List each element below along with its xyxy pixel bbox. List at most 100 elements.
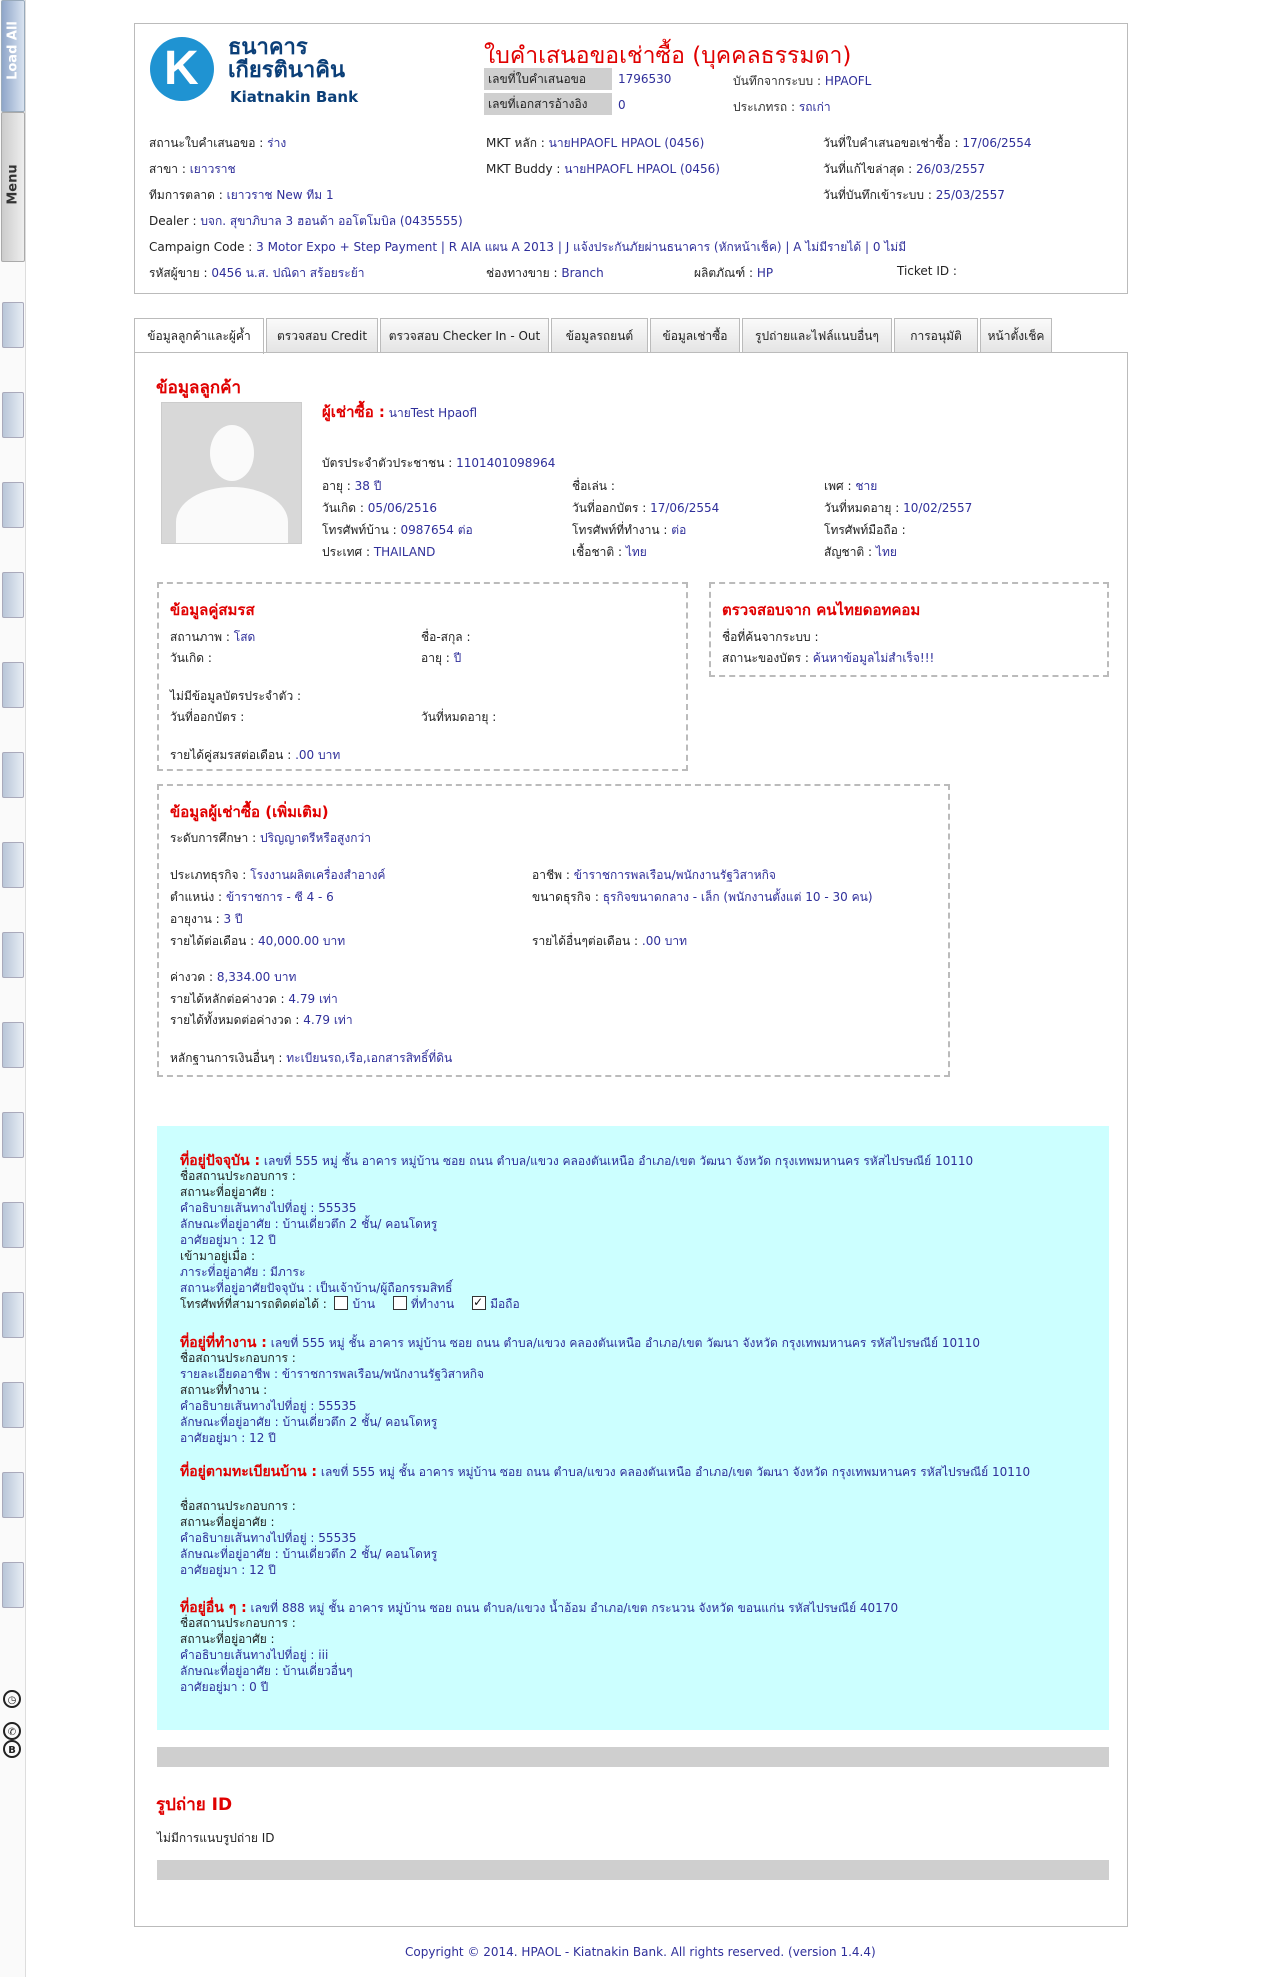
rail-tab[interactable] [2,392,24,438]
rail-tab[interactable] [2,572,24,618]
bank-logo-icon: K [150,37,214,101]
extra-info-box [157,784,950,1077]
mkt-main: MKT หลัก : นายHPAOFL HPAOL (0456) [486,136,705,150]
spouse-name: ชื่อ-สกุล : [421,630,471,644]
seller-code: รหัสผู้ขาย : 0456 น.ส. ปณิดา สร้อยระย้า [149,266,365,280]
monthly-income: รายได้ต่อเดือน : 40,000.00 บาท [170,934,346,948]
tenure: อายุงาน : 3 ปี [170,912,243,926]
load-all-label: Load All [5,21,21,80]
nationality: สัญชาติ : ไทย [824,545,897,559]
work-checkbox[interactable] [392,1296,407,1310]
home-checkbox[interactable] [334,1296,349,1310]
business-type: ประเภทธุรกิจ : โรงงานผลิตเครื่องสำอางค์ [170,868,386,882]
bank-name-th: ธนาคาร เกียรตินาคิน [228,35,345,83]
sales-channel: ช่องทางขาย : Branch [486,266,604,280]
nickname: ชื่อเล่น : [572,479,615,493]
ref-doc-value: 0 [618,98,626,112]
ticket-id: Ticket ID : [897,264,957,278]
app-no-label: เลขที่ใบคำเสนอขอ [484,68,612,90]
current-address-details: ชื่อสถานประกอบการ : สถานะที่อยู่อาศัย : คำ… [180,1168,520,1312]
spouse-age: อายุ : ปี [421,651,462,665]
thai-check-card-status: สถานะของบัตร : ค้นหาข้อมูลไม่สำเร็จ!!! [722,651,935,665]
registered-address-details: ชื่อสถานประกอบการ : สถานะที่อยู่อาศัย : คำ… [180,1499,438,1577]
mkt-buddy: MKT Buddy : นายHPAOFL HPAOL (0456) [486,162,720,176]
rail-tab[interactable] [2,1382,24,1428]
marketing-team: ทีมการตลาด : เยาวราช New ทีม 1 [149,188,334,202]
rail-tab[interactable] [2,662,24,708]
rail-tab[interactable] [2,482,24,528]
country: ประเทศ : THAILAND [322,545,436,559]
photo-id-none: ไม่มีการแนบรูปถ่าย ID [157,1831,275,1845]
registered-address: ที่อยู่ตามทะเบียนบ้าน : เลขที่ 555 หมู่ … [180,1464,1031,1480]
rail-tab[interactable] [2,842,24,888]
id-card: บัตรประจำตัวประชาชน : 1101401098964 [322,456,556,470]
divider-bar [157,1860,1109,1880]
rail-tab[interactable] [2,1112,24,1158]
work-address-details: ชื่อสถานประกอบการ : รายละเอียดอาชีพ : ข้า… [180,1351,485,1445]
tab-checker[interactable]: ตรวจสอบ Checker In - Out [380,318,549,352]
rail-tab[interactable] [2,302,24,348]
id-issue-date: วันที่ออกบัตร : 17/06/2554 [572,501,720,515]
home-tel: โทรศัพท์บ้าน : 0987654 ต่อ [322,523,473,537]
sex: เพศ : ชาย [824,479,878,493]
left-rail: Load All Menu ◷ ✆ B [0,0,26,1977]
tab-customer[interactable]: ข้อมูลลูกค้าและผู้ค้ำ [134,318,264,354]
rail-tab[interactable] [2,932,24,978]
menu-button[interactable]: Menu [1,112,25,262]
customer-photo [161,402,302,544]
dob: วันเกิด : 05/06/2516 [322,501,437,515]
load-all-button[interactable]: Load All [1,0,25,112]
branch: สาขา : เยาวราช [149,162,236,176]
recorded-from: บันทึกจากระบบ : HPAOFL [733,74,872,88]
other-address-details: ชื่อสถานประกอบการ : สถานะที่อยู่อาศัย : คำ… [180,1616,353,1694]
other-income: รายได้อื่นๆต่อเดือน : .00 บาท [532,934,688,948]
spouse-issue: วันที่ออกบัตร : [170,710,245,724]
occupation: อาชีพ : ข้าราชการพลเรือน/พนักงานรัฐวิสาห… [532,868,776,882]
education: ระดับการศึกษา : ปริญญาตรีหรือสูงกว่า [170,831,371,845]
dealer: Dealer : บจก. สุขาภิบาล 3 ฮอนด้า ออโตโมบ… [149,214,463,228]
hirer: ผู้เช่าซื้อ : นายTest Hpaofl [322,403,478,421]
mobile-tel: โทรศัพท์มือถือ : [824,523,906,537]
campaign-code: Campaign Code : 3 Motor Expo + Step Paym… [149,240,907,254]
mobile-checkbox[interactable] [472,1294,487,1310]
tab-attachments[interactable]: รูปถ่ายและไฟล์แนบอื่นๆ [742,318,892,352]
photo-id-title: รูปถ่าย ID [156,1795,233,1815]
clock-icon[interactable]: ◷ [3,1690,21,1708]
customer-section-title: ข้อมูลลูกค้า [156,378,242,398]
product: ผลิตภัณฑ์ : HP [694,266,774,280]
tab-cheque[interactable]: หน้าตั้งเช็ค [980,318,1052,352]
rail-tab[interactable] [2,752,24,798]
id-expire-date: วันที่หมดอายุ : 10/02/2557 [824,501,973,515]
phone-icon[interactable]: ✆ [3,1722,21,1740]
position: ตำแหน่ง : ข้าราชการ - ซี 4 - 6 [170,890,334,904]
menu-label: Menu [5,164,21,205]
rail-tab[interactable] [2,1202,24,1248]
entry-date: วันที่บันทึกเข้าระบบ : 25/03/2557 [823,188,1005,202]
total-income-ratio: รายได้ทั้งหมดต่อค่างวด : 4.79 เท่า [170,1013,353,1027]
bank-name-en: Kiatnakin Bank [230,88,359,106]
ref-doc-label: เลขที่เอกสารอ้างอิง [484,93,612,115]
tab-approval[interactable]: การอนุมัติ [894,318,978,352]
thai-check-name: ชื่อที่ค้นจากระบบ : [722,630,819,644]
rail-tab[interactable] [2,1022,24,1068]
extra-info-title: ข้อมูลผู้เช่าซื้อ (เพิ่มเติม) [170,803,329,821]
vehicle-type: ประเภทรถ : รถเก่า [733,100,831,114]
rail-tab[interactable] [2,1292,24,1338]
tab-credit[interactable]: ตรวจสอบ Credit [266,318,378,352]
spouse-title: ข้อมูลคู่สมรส [170,601,255,619]
tab-vehicle[interactable]: ข้อมูลรถยนต์ [551,318,648,352]
spouse-income: รายได้คู่สมรสต่อเดือน : .00 บาท [170,748,341,762]
divider-bar [157,1747,1109,1767]
rail-tab[interactable] [2,1472,24,1518]
age: อายุ : 38 ปี [322,479,382,493]
spouse-no-id: ไม่มีข้อมูลบัตรประจำตัว : [170,689,302,703]
b-icon[interactable]: B [3,1740,21,1758]
spouse-expire: วันที่หมดอายุ : [421,710,497,724]
tab-hire-purchase[interactable]: ข้อมูลเช่าซื้อ [650,318,740,352]
app-date: วันที่ใบคำเสนอขอเช่าซื้อ : 17/06/2554 [823,136,1032,150]
business-size: ขนาดธุรกิจ : ธุรกิจขนาดกลาง - เล็ก (พนัก… [532,890,873,904]
last-edit-date: วันที่แก้ไขล่าสุด : 26/03/2557 [823,162,986,176]
work-tel: โทรศัพท์ที่ทำงาน : ต่อ [572,523,687,537]
rail-tab[interactable] [2,1562,24,1608]
app-no-value: 1796530 [618,72,672,86]
